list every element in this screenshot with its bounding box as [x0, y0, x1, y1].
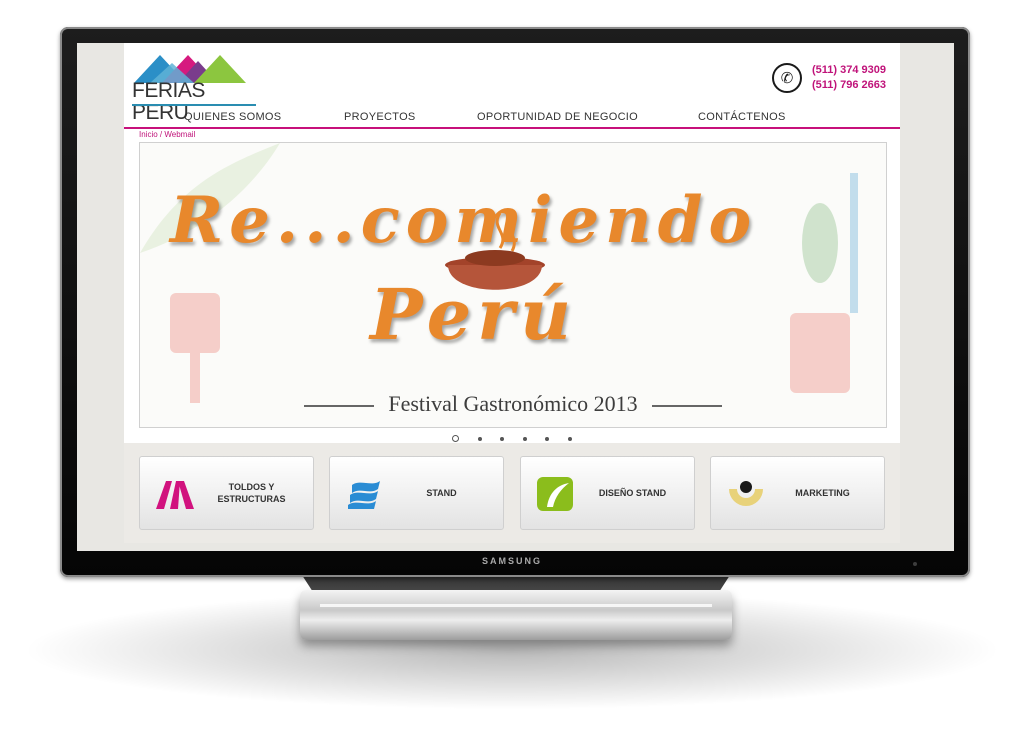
main-nav: QUIENES SOMOS PROYECTOS OPORTUNIDAD DE N…	[124, 111, 900, 129]
hero-banner[interactable]: Re...comiendo Perú Festival Gastronómico…	[139, 142, 887, 428]
slider-dot[interactable]	[545, 436, 550, 441]
nav-contactenos[interactable]: CONTÁCTENOS	[698, 111, 786, 123]
nav-quienes-somos[interactable]: QUIENES SOMOS	[184, 111, 281, 123]
service-card-stand[interactable]: STAND	[329, 456, 504, 530]
service-label: STAND	[426, 488, 457, 498]
service-label: TOLDOS Y ESTRUCTURAS	[217, 482, 286, 504]
phone-number-2[interactable]: (511) 796 2663	[812, 78, 886, 93]
service-label: DISEÑO STAND	[598, 488, 667, 498]
phone-icon: ✆	[771, 63, 802, 93]
nav-proyectos[interactable]: PROYECTOS	[344, 111, 416, 123]
service-card-toldos[interactable]: TOLDOS Y ESTRUCTURAS	[139, 456, 314, 530]
slider-dot[interactable]	[522, 436, 527, 441]
logo-underline	[132, 104, 256, 106]
contact-phones: ✆ (511) 374 9309 (511) 796 2663	[771, 63, 886, 93]
banner-subtitle: Festival Gastronómico 2013	[140, 391, 886, 417]
slider-dot[interactable]	[452, 435, 460, 443]
monitor-brand: SAMSUNG	[481, 556, 542, 566]
site-logo[interactable]: FERIAS PERU	[132, 53, 257, 124]
design-stand-icon	[537, 477, 573, 511]
slider-dot[interactable]	[477, 436, 482, 441]
monitor-stand-base	[300, 590, 732, 640]
breadcrumb[interactable]: Inicio / Webmail	[139, 130, 195, 139]
service-card-marketing[interactable]: MARKETING	[710, 456, 885, 530]
service-label: MARKETING	[795, 488, 850, 498]
nav-oportunidad-de-negocio[interactable]: OPORTUNIDAD DE NEGOCIO	[477, 111, 638, 123]
clay-pot-icon	[445, 213, 545, 290]
service-card-diseno-stand[interactable]: DISEÑO STAND	[520, 456, 695, 530]
monitor-screen: FERIAS PERU ✆ (511) 374 9309 (511) 796 2…	[77, 43, 954, 551]
stand-waves-icon	[348, 481, 380, 509]
services-bar: TOLDOS Y ESTRUCTURAS STAND DISEÑO STAND	[124, 443, 900, 543]
phone-number-1[interactable]: (511) 374 9309	[812, 63, 886, 78]
marketing-target-icon	[729, 481, 763, 506]
utensils-decoration-icon	[790, 173, 858, 393]
website-page: FERIAS PERU ✆ (511) 374 9309 (511) 796 2…	[124, 43, 900, 543]
slider-dot[interactable]	[500, 436, 505, 441]
tent-structure-icon	[156, 481, 194, 509]
power-led	[913, 562, 917, 566]
spatula-decoration-icon	[170, 293, 220, 403]
slider-dot[interactable]	[567, 436, 572, 441]
